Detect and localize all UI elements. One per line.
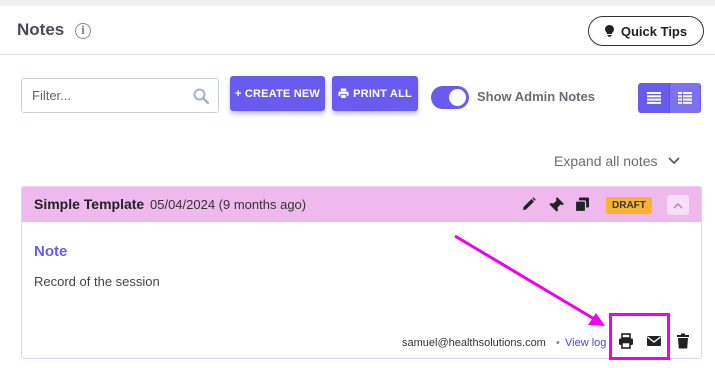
expand-all-notes-link[interactable]: Expand all notes <box>554 153 680 169</box>
separator-dot: • <box>556 337 560 349</box>
status-badge: DRAFT <box>606 197 652 214</box>
lightbulb-icon <box>604 25 614 37</box>
search-icon[interactable] <box>193 88 209 104</box>
quick-tips-button[interactable]: Quick Tips <box>588 16 704 46</box>
print-all-label: PRINT ALL <box>353 87 412 100</box>
note-header[interactable]: Simple Template 05/04/2024 (9 months ago… <box>22 187 701 222</box>
copy-icon[interactable] <box>575 197 590 212</box>
create-new-button[interactable]: + CREATE NEW <box>230 76 325 111</box>
chevron-down-icon <box>667 157 680 165</box>
grid-view-icon <box>678 92 692 104</box>
pin-icon[interactable] <box>549 197 564 212</box>
view-switcher <box>638 83 701 113</box>
note-template-name: Simple Template <box>34 196 145 212</box>
info-circle-icon[interactable]: i <box>75 23 91 39</box>
toggle-knob <box>449 89 466 106</box>
note-date: 05/04/2024 (9 months ago) <box>150 197 307 212</box>
list-view-icon <box>646 92 661 104</box>
collapse-note-button[interactable] <box>667 195 689 215</box>
note-author: samuel@healthsolutions.com <box>402 337 546 349</box>
filter-field[interactable] <box>21 78 219 113</box>
trash-icon[interactable] <box>675 333 691 349</box>
show-admin-notes-toggle[interactable] <box>431 86 469 109</box>
panel-header: Notes i Quick Tips <box>0 6 715 55</box>
pencil-icon[interactable] <box>521 197 536 212</box>
expand-all-label: Expand all notes <box>554 153 658 169</box>
note-section-label: Note <box>34 243 68 260</box>
filter-input[interactable] <box>22 79 182 112</box>
view-log-link[interactable]: View log <box>565 337 606 349</box>
note-body-text: Record of the session <box>34 274 160 289</box>
print-all-button[interactable]: PRINT ALL <box>332 76 418 111</box>
note-card: Simple Template 05/04/2024 (9 months ago… <box>21 186 702 359</box>
print-icon <box>338 88 349 99</box>
quick-tips-label: Quick Tips <box>620 23 688 39</box>
chevron-up-icon <box>673 202 683 209</box>
annotation-highlight-box <box>609 313 670 360</box>
list-view-button[interactable] <box>638 83 669 113</box>
grid-view-button[interactable] <box>669 83 700 113</box>
notes-panel: Notes i Quick Tips + CREATE NEW PRINT AL… <box>0 6 715 368</box>
show-admin-notes-label: Show Admin Notes <box>477 89 595 104</box>
page-title: Notes <box>17 20 65 39</box>
create-new-label: + CREATE NEW <box>234 87 320 100</box>
